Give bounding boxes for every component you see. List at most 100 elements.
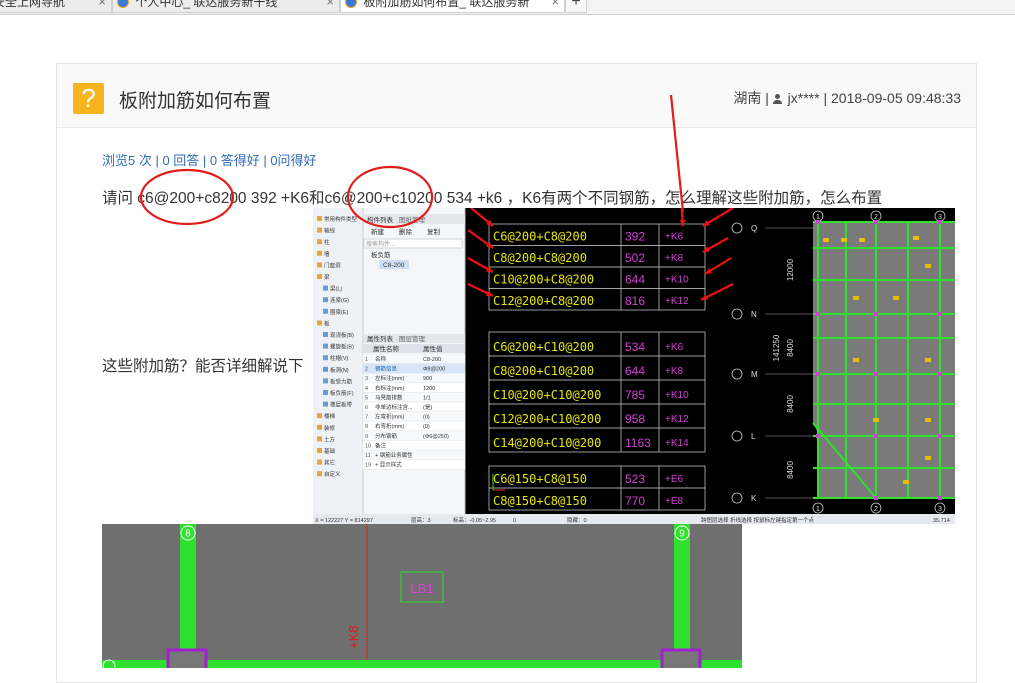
cad-spec: C6@200+C8@200 xyxy=(493,230,587,244)
nav-item[interactable]: 装修 xyxy=(324,424,336,432)
nav-item-icon xyxy=(323,355,328,361)
browser-tab-3[interactable]: 板附加筋如何布置_ 联达服务新 × xyxy=(340,0,565,13)
nav-item[interactable]: 柱帽(V) xyxy=(330,354,349,362)
prop-value[interactable]: 1200 xyxy=(423,386,435,392)
nav-item[interactable]: 板 xyxy=(324,319,330,327)
prop-row-index: 9 xyxy=(365,434,368,440)
cad-spec: C6@200+C10@200 xyxy=(493,340,594,354)
nav-item-icon xyxy=(317,424,322,430)
prop-row-index: 5 xyxy=(365,395,368,401)
axis-bubble xyxy=(731,308,743,320)
browser-tab-bar: 安全上网导航 × 个人中心_ 联达服务新干线 × 板附加筋如何布置_ 联达服务新… xyxy=(0,0,1015,15)
prop-name: + 显示样式 xyxy=(375,461,402,469)
cad-value: 502 xyxy=(625,251,645,265)
slab-marker xyxy=(859,238,865,242)
column-left xyxy=(166,648,208,668)
cad-spec: C8@200+C10@200 xyxy=(493,364,594,378)
nav-item-icon xyxy=(317,239,322,245)
svg-text:属性值: 属性值 xyxy=(423,344,443,353)
nav-item[interactable]: 楼层板带 xyxy=(330,401,353,409)
tree-root: 板负筋 xyxy=(371,250,391,259)
nav-item[interactable]: 常用构件类型 xyxy=(324,215,358,223)
nav-item[interactable]: 梁(L) xyxy=(330,285,342,293)
cad-value: 958 xyxy=(625,412,645,426)
region: 湖南 xyxy=(733,90,762,106)
nav-item[interactable]: 连梁(G) xyxy=(330,296,349,304)
svg-text:属性名称: 属性名称 xyxy=(373,344,400,353)
question-stats: 浏览5 次 | 0 回答 | 0 答得好 | 0问得好 xyxy=(102,153,317,168)
slab-marker xyxy=(925,358,931,362)
axis-number: 1 xyxy=(816,506,820,513)
new-tab-button[interactable]: + xyxy=(565,0,587,13)
slab-label: LB1 xyxy=(410,581,433,596)
attached-screenshot-detail[interactable]: 8 9 LB1 +K8 xyxy=(102,524,742,668)
nav-item[interactable]: 现浇板(B) xyxy=(330,331,354,339)
nav-item[interactable]: 圈梁(E) xyxy=(330,308,349,316)
slab-background xyxy=(102,524,742,668)
nav-item[interactable]: 土方 xyxy=(324,435,336,443)
close-icon[interactable]: × xyxy=(326,0,334,9)
separator: | xyxy=(765,90,773,106)
nav-item-icon xyxy=(317,227,322,233)
cad-spec: C6@150+C8@150 xyxy=(493,472,587,486)
column-beam-left xyxy=(180,524,196,668)
browser-tab-2[interactable]: 个人中心_ 联达服务新干线 × xyxy=(112,0,340,13)
close-icon[interactable]: × xyxy=(98,0,106,9)
svg-text:搜索构件...: 搜索构件... xyxy=(366,240,395,248)
cad-floor-plan: Q N M L K 1 1 2 2 3 3 12000 141250 8400 8400 8400 xyxy=(731,210,955,514)
cad-code: +K6 xyxy=(665,232,684,243)
cad-value: 816 xyxy=(625,294,645,308)
prop-value[interactable]: (0) xyxy=(423,424,430,430)
prop-value[interactable]: Φ8@200 xyxy=(423,367,445,373)
nav-item[interactable]: 柱 xyxy=(324,238,330,246)
close-icon[interactable]: × xyxy=(551,0,559,9)
nav-item[interactable]: 轴线 xyxy=(324,227,336,235)
nav-item-icon xyxy=(317,320,322,326)
nav-item-icon xyxy=(317,216,322,221)
nav-item[interactable]: 板受力筋 xyxy=(330,377,353,385)
cad-value: 644 xyxy=(625,273,645,287)
nav-item-icon xyxy=(323,308,328,314)
prop-value[interactable]: (0) xyxy=(423,415,430,421)
nav-item-icon xyxy=(317,459,322,465)
nav-item[interactable]: 螺旋板(B) xyxy=(330,343,354,351)
prop-value[interactable]: (Φ6@250) xyxy=(423,434,449,440)
axis-letter: M xyxy=(751,370,758,379)
cad-spec: C10@200+C8@200 xyxy=(493,273,594,287)
cad-code: +K6 xyxy=(665,342,684,353)
nav-item[interactable]: 板洞(N) xyxy=(330,366,349,374)
cad-code: +K14 xyxy=(665,438,689,449)
prop-value[interactable]: C8-200 xyxy=(423,357,441,363)
username[interactable]: jx**** xyxy=(788,90,820,106)
cad-value: 534 xyxy=(625,340,645,354)
nav-item[interactable]: 基础 xyxy=(324,447,336,455)
column-marker xyxy=(874,496,878,500)
nav-item[interactable]: 楼梯 xyxy=(324,412,336,420)
svg-text:图层管理: 图层管理 xyxy=(399,334,426,343)
prop-name: 非单边标注含... xyxy=(375,403,413,411)
browser-tab-1[interactable]: 安全上网导航 × xyxy=(0,0,112,13)
column-marker xyxy=(938,220,942,224)
nav-item[interactable]: 板负筋(F) xyxy=(330,389,354,397)
nav-item[interactable]: 墙 xyxy=(324,250,330,258)
prop-value[interactable]: 900 xyxy=(423,376,432,382)
attached-screenshot-cad[interactable]: 常用构件类型 轴线柱墙门窗洞梁梁(L) 连梁(G) 圈梁(E) 板现浇板(B) 螺旋板(B… xyxy=(313,208,955,524)
prop-value[interactable]: (是) xyxy=(423,404,432,411)
nav-item[interactable]: 梁 xyxy=(324,273,330,281)
cad-code: +K10 xyxy=(665,275,689,286)
nav-item[interactable]: 其它 xyxy=(324,459,335,467)
status-hidden: 隐藏：0 xyxy=(567,516,587,524)
column-marker xyxy=(816,220,820,224)
prop-row-index: 8 xyxy=(365,424,368,430)
prop-value[interactable]: 1/1 xyxy=(423,395,431,401)
nav-item-icon xyxy=(317,274,322,279)
nav-item[interactable]: 自定义 xyxy=(324,470,341,478)
cad-spec: C12@200+C8@200 xyxy=(493,294,594,308)
nav-item-icon xyxy=(323,297,328,303)
nav-item[interactable]: 门窗洞 xyxy=(324,261,341,269)
cad-code: +K12 xyxy=(665,414,689,425)
cad-tables: C6@200+C8@200 392 +K6 C8@200+C8@200 502 +K8 C1… xyxy=(488,223,706,511)
cad-code: +K10 xyxy=(665,390,689,401)
column-marker xyxy=(874,312,878,316)
prop-row-index: 1 xyxy=(365,357,368,363)
